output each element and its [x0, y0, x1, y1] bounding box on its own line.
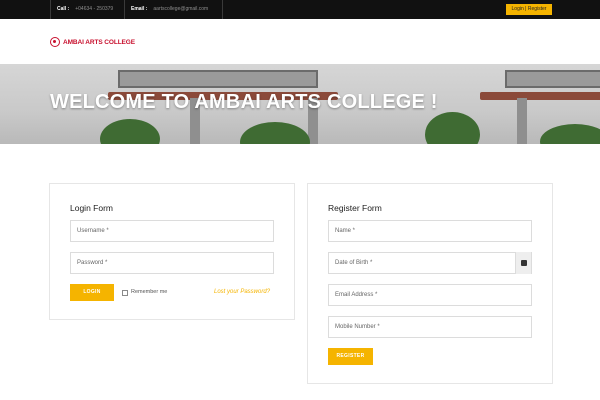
email-address[interactable]: aartscollege@gmail.com — [153, 6, 208, 12]
gate-board — [118, 70, 318, 88]
top-contact-bar: Call : +04634 - 250379 Email : aartscolleg… — [0, 0, 600, 19]
name-input[interactable]: Name * — [328, 220, 532, 242]
email-label: Email : — [131, 6, 148, 12]
register-form-card: Register Form Name * Date of Birth * Ema… — [307, 183, 553, 384]
gate-roof — [480, 92, 600, 100]
lost-password-link[interactable]: Lost your Password? — [214, 289, 270, 295]
password-placeholder: Password * — [77, 260, 108, 266]
gate-pillar — [517, 98, 527, 144]
logo-text: AMBAI ARTS COLLEGE — [63, 38, 135, 46]
name-placeholder: Name * — [335, 228, 356, 234]
call-label: Call : — [57, 6, 70, 12]
college-emblem-icon — [50, 37, 60, 47]
register-form-title: Register Form — [328, 203, 382, 213]
topbar-divider — [222, 0, 223, 19]
mobile-placeholder: Mobile Number * — [335, 324, 380, 330]
remember-me-label: Remember me — [131, 289, 168, 295]
username-placeholder: Username * — [77, 228, 109, 234]
dob-placeholder: Date of Birth * — [335, 260, 373, 266]
banner-title: WELCOME TO AMBAI ARTS COLLEGE ! — [50, 91, 438, 113]
date-of-birth-input[interactable]: Date of Birth * — [328, 252, 532, 274]
mobile-number-input[interactable]: Mobile Number * — [328, 316, 532, 338]
gate-board — [505, 70, 600, 88]
register-button[interactable]: REGISTER — [328, 348, 373, 365]
site-logo[interactable]: AMBAI ARTS COLLEGE — [50, 35, 135, 49]
login-register-button[interactable]: Login | Register — [506, 4, 552, 15]
topbar-divider — [124, 0, 125, 19]
password-input[interactable]: Password * — [70, 252, 274, 274]
site-header: AMBAI ARTS COLLEGE — [0, 19, 600, 64]
username-input[interactable]: Username * — [70, 220, 274, 242]
email-info: Email : aartscollege@gmail.com — [131, 0, 208, 19]
email-placeholder: Email Address * — [335, 292, 378, 298]
email-address-input[interactable]: Email Address * — [328, 284, 532, 306]
call-info: Call : +04634 - 250379 — [57, 0, 113, 19]
call-number[interactable]: +04634 - 250379 — [75, 6, 113, 12]
login-form-title: Login Form — [70, 203, 113, 213]
login-form-card: Login Form Username * Password * LOGIN R… — [49, 183, 295, 320]
hero-banner: WELCOME TO AMBAI ARTS COLLEGE ! — [0, 64, 600, 144]
topbar-divider — [50, 0, 51, 19]
remember-me-checkbox[interactable] — [122, 290, 128, 296]
login-button[interactable]: LOGIN — [70, 284, 114, 301]
calendar-button[interactable] — [515, 252, 531, 274]
calendar-icon — [521, 260, 527, 266]
